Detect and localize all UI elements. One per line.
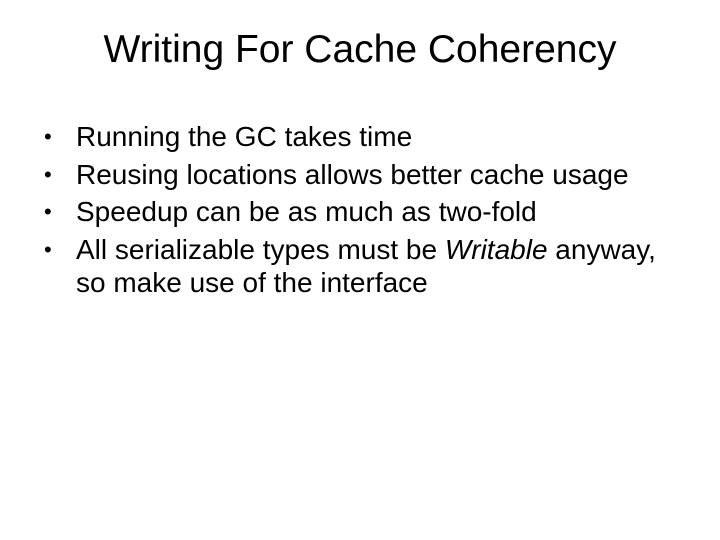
list-item: All serializable types must be Writable … xyxy=(44,233,680,300)
bullet-text: Speedup can be as much as two-fold xyxy=(76,196,537,227)
bullet-text: Reusing locations allows better cache us… xyxy=(76,159,629,190)
slide: Writing For Cache Coherency Running the … xyxy=(0,0,720,540)
bullet-text: Running the GC takes time xyxy=(76,121,412,152)
list-item: Speedup can be as much as two-fold xyxy=(44,195,680,229)
slide-title: Writing For Cache Coherency xyxy=(40,28,680,72)
list-item: Reusing locations allows better cache us… xyxy=(44,158,680,192)
bullet-text-em: Writable xyxy=(445,234,548,265)
bullet-text: All serializable types must be xyxy=(76,234,445,265)
list-item: Running the GC takes time xyxy=(44,120,680,154)
bullet-list: Running the GC takes time Reusing locati… xyxy=(40,120,680,300)
